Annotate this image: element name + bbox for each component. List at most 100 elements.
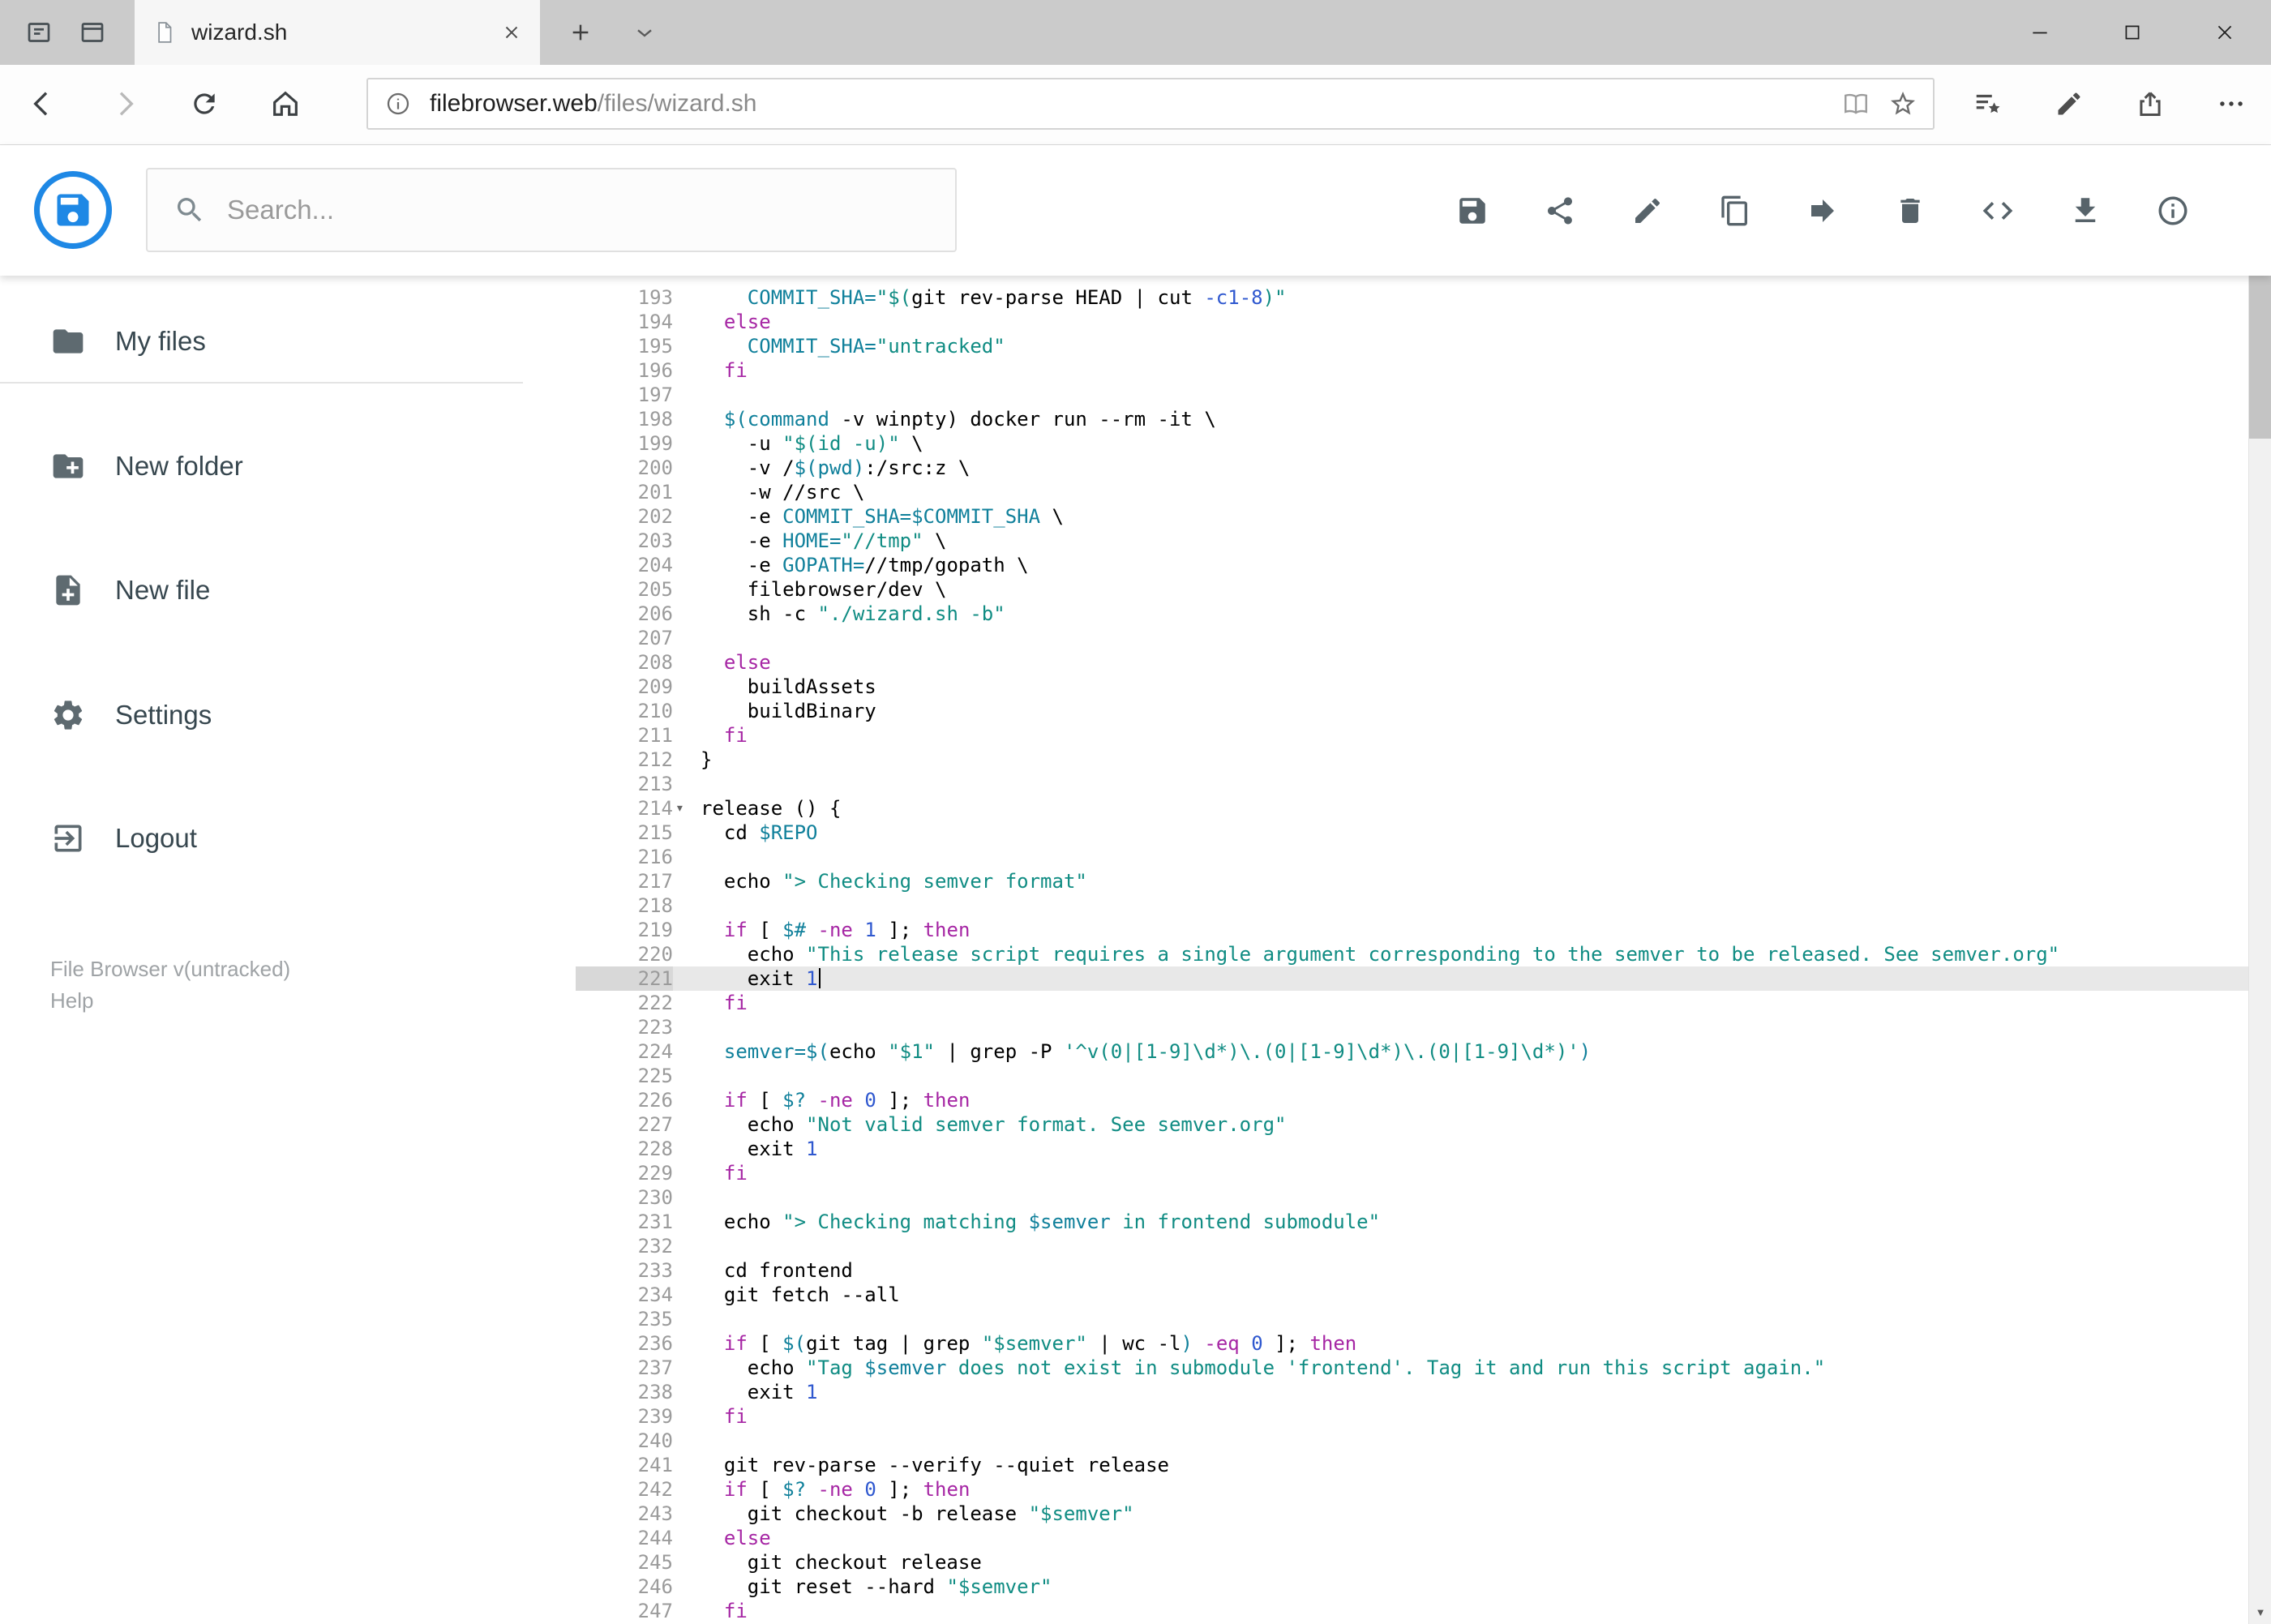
line-number[interactable]: 236 [576,1331,673,1356]
line-number[interactable]: 238 [576,1380,673,1404]
line-number[interactable]: 233 [576,1258,673,1283]
code-area[interactable]: 193 COMMIT_SHA="$(git rev-parse HEAD | c… [576,285,2248,1623]
maximize-button[interactable] [2086,0,2179,65]
share-page-icon[interactable] [2129,83,2171,125]
scrollbar-down-icon[interactable]: ▼ [2249,1600,2271,1624]
line-number[interactable]: 226 [576,1088,673,1112]
code-line[interactable]: 230 [576,1185,2248,1210]
line-number[interactable]: 224 [576,1039,673,1064]
code-line[interactable]: 214 ▾ release () { [576,796,2248,821]
code-line[interactable]: 217 echo "> Checking semver format" [576,869,2248,893]
code-line[interactable]: 233 cd frontend [576,1258,2248,1283]
code-line[interactable]: 236 if [ $(git tag | grep "$semver" | wc… [576,1331,2248,1356]
forward-button[interactable] [104,83,146,125]
line-number[interactable]: 215 [576,821,673,845]
code-line[interactable]: 193 COMMIT_SHA="$(git rev-parse HEAD | c… [576,285,2248,310]
delete-button[interactable] [1892,193,1928,229]
code-line[interactable]: 234 git fetch --all [576,1283,2248,1307]
line-number[interactable]: 230 [576,1185,673,1210]
sidebar-item-settings[interactable]: Settings [0,671,572,760]
line-number[interactable]: 228 [576,1137,673,1161]
code-line[interactable]: 227 echo "Not valid semver format. See s… [576,1112,2248,1137]
line-number[interactable]: 234 [576,1283,673,1307]
browser-tab[interactable]: wizard.sh [135,0,540,65]
code-line[interactable]: 200 -v /$(pwd):/src:z \ [576,456,2248,480]
sidebar-item-new-file[interactable]: New file [0,546,572,635]
address-bar[interactable]: filebrowser.web/files/wizard.sh [366,78,1935,130]
url-text[interactable]: filebrowser.web/files/wizard.sh [430,90,1824,118]
code-line[interactable]: 208 else [576,650,2248,675]
line-number[interactable]: 198 [576,407,673,431]
code-line[interactable]: 198 $(command -v winpty) docker run --rm… [576,407,2248,431]
line-number[interactable]: 240 [576,1429,673,1453]
info-button[interactable] [2155,193,2191,229]
close-button[interactable] [2179,0,2271,65]
tabs-aside-icon[interactable] [21,15,57,50]
line-number[interactable]: 243 [576,1502,673,1526]
code-line[interactable]: 228 exit 1 [576,1137,2248,1161]
back-button[interactable] [21,83,63,125]
code-line[interactable]: 211 fi [576,723,2248,748]
line-number[interactable]: 242 [576,1477,673,1502]
code-line[interactable]: 231 echo "> Checking matching $semver in… [576,1210,2248,1234]
filebrowser-logo[interactable] [34,171,112,249]
code-line[interactable]: 202 -e COMMIT_SHA=$COMMIT_SHA \ [576,504,2248,529]
line-number[interactable]: 211 [576,723,673,748]
code-line[interactable]: 238 exit 1 [576,1380,2248,1404]
copy-button[interactable] [1717,193,1753,229]
code-line[interactable]: 247 fi [576,1599,2248,1623]
help-link[interactable]: Help [50,985,290,1017]
code-line[interactable]: 210 buildBinary [576,699,2248,723]
code-line[interactable]: 197 [576,383,2248,407]
line-number[interactable]: 206 [576,602,673,626]
line-number[interactable]: 202 [576,504,673,529]
line-number[interactable]: 193 [576,285,673,310]
search-input[interactable] [227,195,892,225]
line-number[interactable]: 237 [576,1356,673,1380]
code-line[interactable]: 223 [576,1015,2248,1039]
line-number[interactable]: 204 [576,553,673,577]
line-number[interactable]: 247 [576,1599,673,1623]
sidebar-item-logout[interactable]: Logout [0,794,572,883]
line-number[interactable]: 209 [576,675,673,699]
code-line[interactable]: 204 -e GOPATH=//tmp/gopath \ [576,553,2248,577]
line-number[interactable]: 205 [576,577,673,602]
line-number[interactable]: 235 [576,1307,673,1331]
code-line[interactable]: 212} [576,748,2248,772]
line-number[interactable]: 231 [576,1210,673,1234]
code-line[interactable]: 207 [576,626,2248,650]
line-number[interactable]: 241 [576,1453,673,1477]
line-number[interactable]: 217 [576,869,673,893]
code-line[interactable]: 203 -e HOME="//tmp" \ [576,529,2248,553]
code-line[interactable]: 195 COMMIT_SHA="untracked" [576,334,2248,358]
line-number[interactable]: 229 [576,1161,673,1185]
code-line[interactable]: 243 git checkout -b release "$semver" [576,1502,2248,1526]
line-number[interactable]: 218 [576,893,673,918]
code-line[interactable]: 239 fi [576,1404,2248,1429]
code-line[interactable]: 194 else [576,310,2248,334]
code-line[interactable]: 246 git reset --hard "$semver" [576,1575,2248,1599]
code-line[interactable]: 232 [576,1234,2248,1258]
code-line[interactable]: 216 [576,845,2248,869]
line-number[interactable]: 194 [576,310,673,334]
refresh-button[interactable] [183,83,225,125]
home-button[interactable] [264,83,306,125]
line-number[interactable]: 222 [576,991,673,1015]
new-tab-button[interactable] [563,15,598,50]
save-button[interactable] [1455,193,1490,229]
favorite-star-icon[interactable] [1888,88,1918,119]
code-line[interactable]: 235 [576,1307,2248,1331]
code-line[interactable]: 218 [576,893,2248,918]
page-scrollbar[interactable]: ▲ ▼ [2248,145,2271,1624]
line-number[interactable]: 195 [576,334,673,358]
code-line[interactable]: 205 filebrowser/dev \ [576,577,2248,602]
line-number[interactable]: 200 [576,456,673,480]
line-number[interactable]: 201 [576,480,673,504]
code-line[interactable]: 237 echo "Tag $semver does not exist in … [576,1356,2248,1380]
more-options-icon[interactable] [2210,83,2252,125]
code-line[interactable]: 199 -u "$(id -u)" \ [576,431,2248,456]
code-line[interactable]: 213 [576,772,2248,796]
code-line[interactable]: 244 else [576,1526,2248,1550]
line-number[interactable]: 246 [576,1575,673,1599]
line-number[interactable]: 213 [576,772,673,796]
